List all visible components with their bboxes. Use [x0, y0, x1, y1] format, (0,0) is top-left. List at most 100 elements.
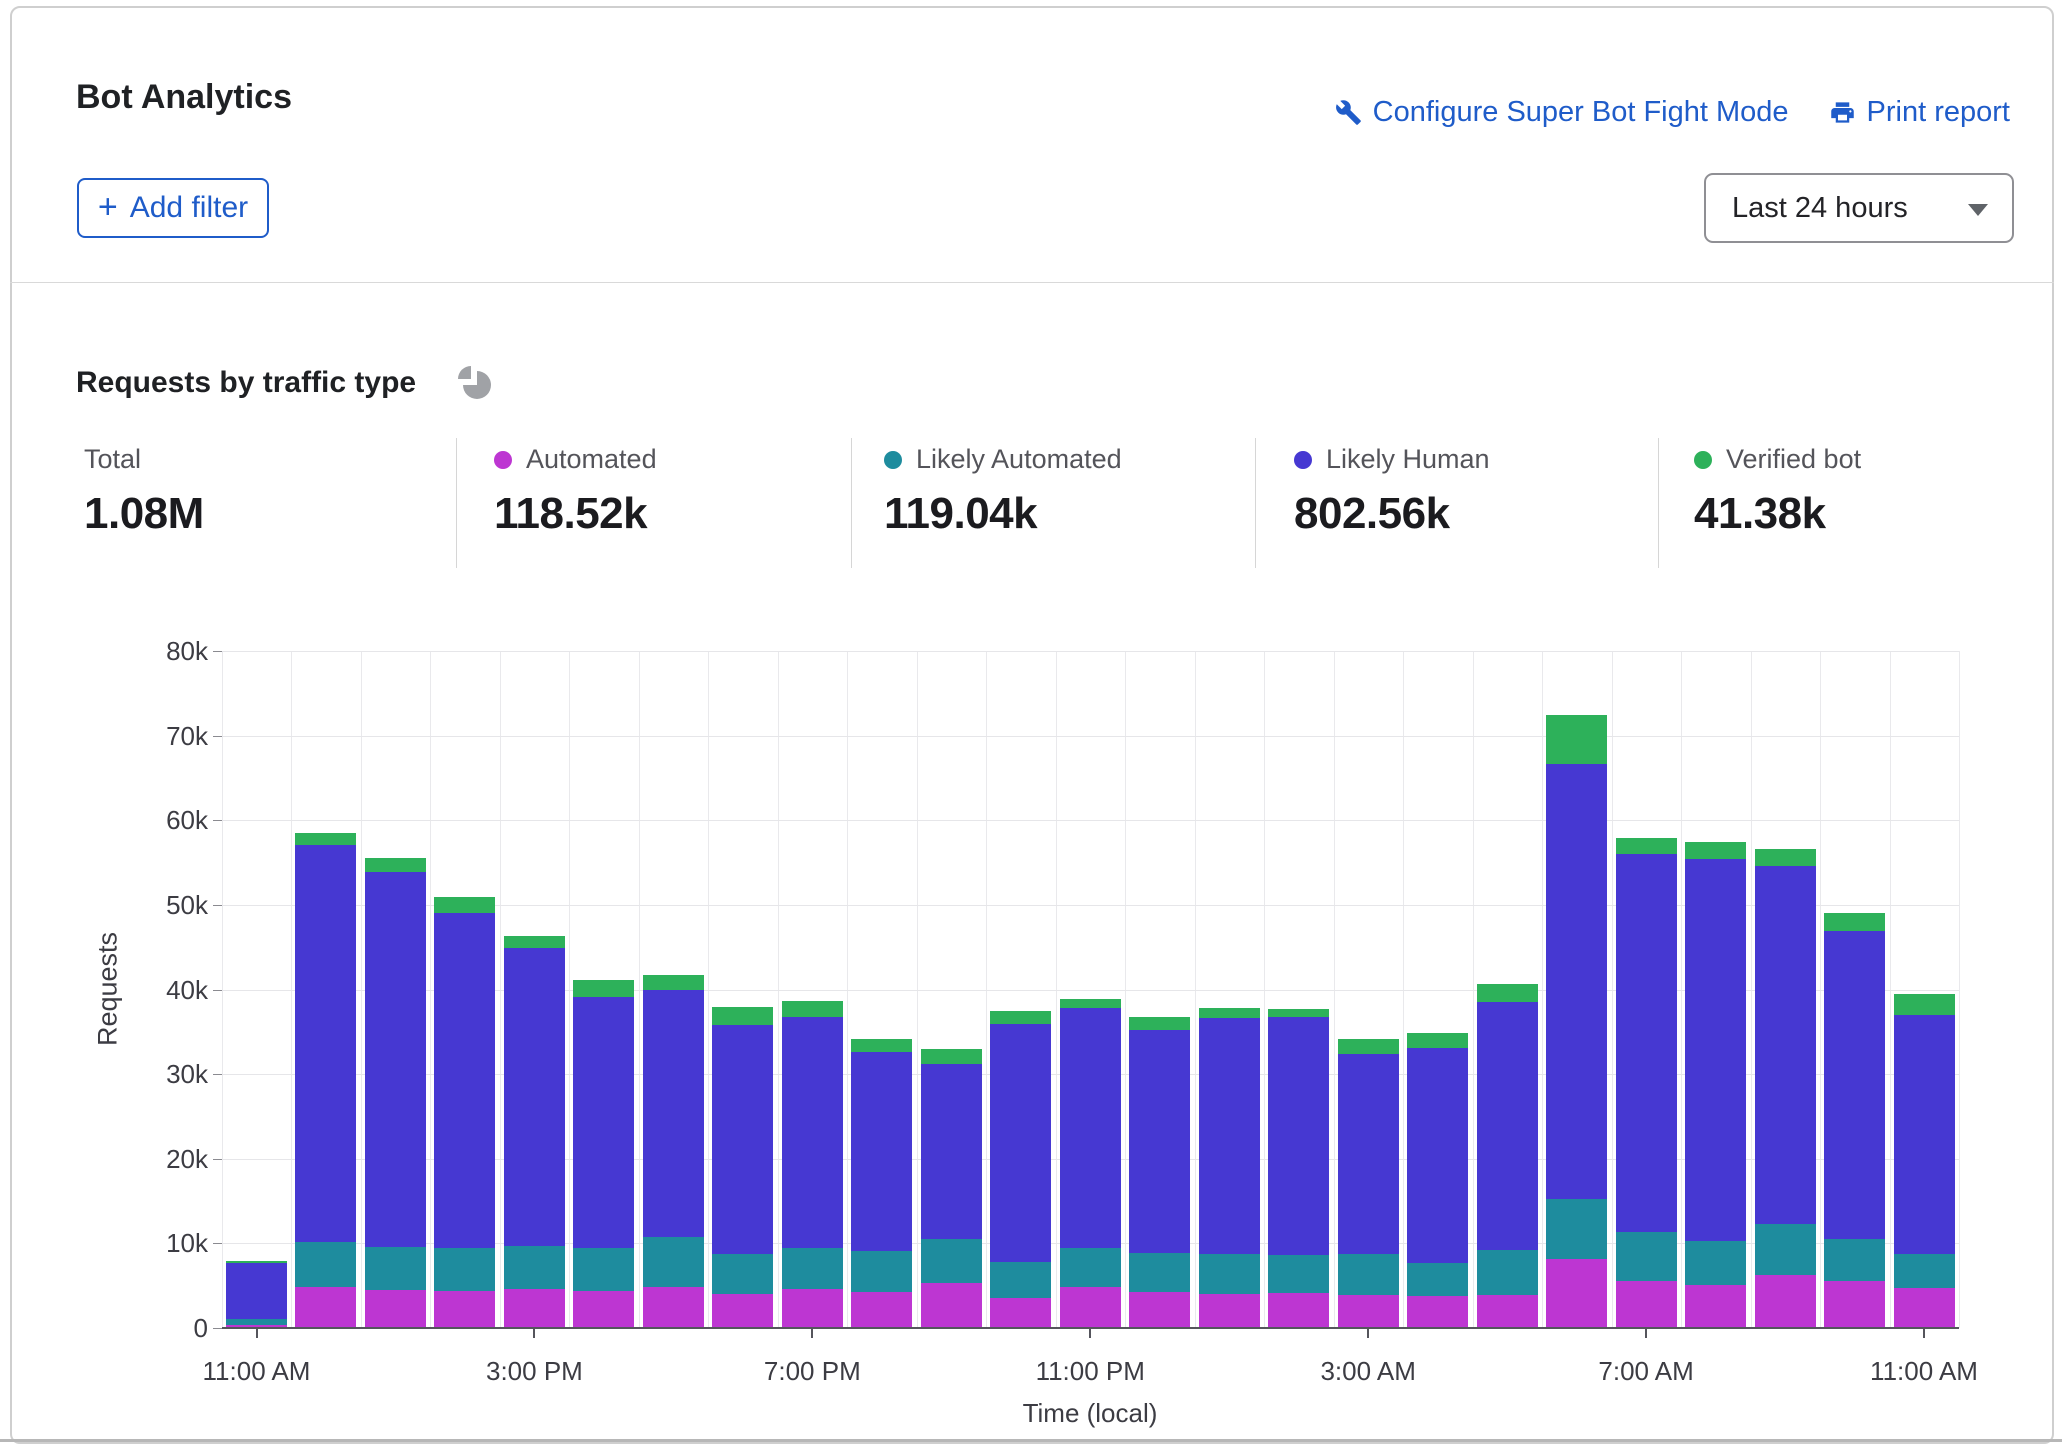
bar-segment[interactable]	[1824, 1239, 1885, 1280]
bar-segment[interactable]	[1685, 842, 1746, 859]
bar-segment[interactable]	[1894, 1254, 1955, 1288]
bar-segment[interactable]	[643, 1287, 704, 1328]
bar-segment[interactable]	[504, 936, 565, 948]
bar-segment[interactable]	[1060, 1248, 1121, 1287]
bar-segment[interactable]	[1755, 849, 1816, 866]
bar-segment[interactable]	[504, 1289, 565, 1328]
bar-segment[interactable]	[1477, 984, 1538, 1001]
bar-segment[interactable]	[1129, 1253, 1190, 1293]
bar-segment[interactable]	[851, 1052, 912, 1251]
bar-segment[interactable]	[1407, 1296, 1468, 1328]
bar-segment[interactable]	[1824, 1281, 1885, 1328]
bar-segment[interactable]	[226, 1263, 287, 1319]
bar-segment[interactable]	[434, 913, 495, 1248]
bar-segment[interactable]	[921, 1239, 982, 1283]
bar-segment[interactable]	[782, 1248, 843, 1289]
bar-segment[interactable]	[1894, 994, 1955, 1015]
bar-segment[interactable]	[712, 1007, 773, 1025]
bar-segment[interactable]	[1685, 1241, 1746, 1285]
bar-segment[interactable]	[365, 1290, 426, 1328]
configure-super-bot-fight-mode-link[interactable]: Configure Super Bot Fight Mode	[1335, 96, 1789, 129]
bar-segment[interactable]	[990, 1262, 1051, 1298]
bar-segment[interactable]	[365, 1247, 426, 1290]
bar-segment[interactable]	[1129, 1292, 1190, 1328]
bar-segment[interactable]	[643, 1237, 704, 1286]
bar-segment[interactable]	[573, 997, 634, 1248]
bar-segment[interactable]	[1060, 999, 1121, 1008]
bar-segment[interactable]	[1060, 1287, 1121, 1328]
bar-segment[interactable]	[365, 872, 426, 1247]
bar-segment[interactable]	[782, 1017, 843, 1248]
bar-segment[interactable]	[1546, 764, 1607, 1199]
print-report-link[interactable]: Print report	[1829, 96, 2010, 129]
bar-segment[interactable]	[1407, 1048, 1468, 1263]
bar-segment[interactable]	[1755, 866, 1816, 1225]
bar-segment[interactable]	[1616, 854, 1677, 1232]
bar-segment[interactable]	[643, 975, 704, 990]
bar-segment[interactable]	[1824, 931, 1885, 1239]
bar-segment[interactable]	[1616, 1232, 1677, 1281]
bar-segment[interactable]	[1268, 1293, 1329, 1328]
bar-segment[interactable]	[990, 1024, 1051, 1262]
bar-segment[interactable]	[573, 1248, 634, 1290]
bar-segment[interactable]	[782, 1001, 843, 1017]
bar-segment[interactable]	[1894, 1288, 1955, 1328]
bar-segment[interactable]	[573, 980, 634, 997]
bar-segment[interactable]	[1546, 1199, 1607, 1258]
bar-segment[interactable]	[1546, 1259, 1607, 1328]
bar-segment[interactable]	[851, 1251, 912, 1292]
bar-segment[interactable]	[851, 1292, 912, 1328]
bar-segment[interactable]	[1546, 715, 1607, 764]
bar-segment[interactable]	[1268, 1255, 1329, 1293]
bar-segment[interactable]	[1338, 1254, 1399, 1295]
bar-segment[interactable]	[921, 1283, 982, 1328]
bar-segment[interactable]	[1268, 1009, 1329, 1017]
bar-segment[interactable]	[226, 1319, 287, 1325]
bar-segment[interactable]	[1685, 859, 1746, 1241]
bar-segment[interactable]	[712, 1254, 773, 1295]
bar-segment[interactable]	[1338, 1039, 1399, 1054]
bar-segment[interactable]	[1685, 1285, 1746, 1328]
bar-segment[interactable]	[1477, 1295, 1538, 1328]
bar-segment[interactable]	[990, 1011, 1051, 1025]
bar-segment[interactable]	[365, 858, 426, 872]
bar-segment[interactable]	[1407, 1263, 1468, 1296]
time-range-select[interactable]: Last 24 hours	[1704, 173, 2014, 243]
bar-segment[interactable]	[434, 1248, 495, 1290]
bar-segment[interactable]	[643, 990, 704, 1237]
bar-segment[interactable]	[295, 1242, 356, 1287]
bar-segment[interactable]	[295, 833, 356, 845]
bar-segment[interactable]	[1199, 1254, 1260, 1294]
bar-segment[interactable]	[1407, 1033, 1468, 1048]
bar-segment[interactable]	[504, 1246, 565, 1289]
bar-segment[interactable]	[295, 845, 356, 1242]
bar-segment[interactable]	[1824, 913, 1885, 931]
bar-segment[interactable]	[782, 1289, 843, 1328]
bar-segment[interactable]	[1129, 1030, 1190, 1253]
bar-segment[interactable]	[434, 1291, 495, 1328]
bar-segment[interactable]	[434, 897, 495, 913]
bar-segment[interactable]	[1338, 1295, 1399, 1328]
bar-segment[interactable]	[921, 1064, 982, 1239]
bar-segment[interactable]	[1199, 1018, 1260, 1254]
bar-segment[interactable]	[1338, 1054, 1399, 1254]
bar-segment[interactable]	[1199, 1008, 1260, 1018]
bar-segment[interactable]	[573, 1291, 634, 1328]
bar-segment[interactable]	[1060, 1008, 1121, 1247]
bar-segment[interactable]	[1755, 1275, 1816, 1328]
bar-segment[interactable]	[990, 1298, 1051, 1328]
bar-segment[interactable]	[1616, 1281, 1677, 1328]
bar-segment[interactable]	[1616, 838, 1677, 854]
bar-segment[interactable]	[1129, 1017, 1190, 1031]
bar-segment[interactable]	[1477, 1002, 1538, 1250]
bar-segment[interactable]	[1199, 1294, 1260, 1328]
bar-segment[interactable]	[851, 1039, 912, 1053]
bar-segment[interactable]	[504, 948, 565, 1246]
bar-segment[interactable]	[712, 1294, 773, 1328]
bar-segment[interactable]	[226, 1261, 287, 1263]
add-filter-button[interactable]: + Add filter	[77, 178, 269, 238]
bar-segment[interactable]	[712, 1025, 773, 1253]
bar-segment[interactable]	[1477, 1250, 1538, 1295]
bar-segment[interactable]	[1268, 1017, 1329, 1256]
bar-segment[interactable]	[295, 1287, 356, 1328]
